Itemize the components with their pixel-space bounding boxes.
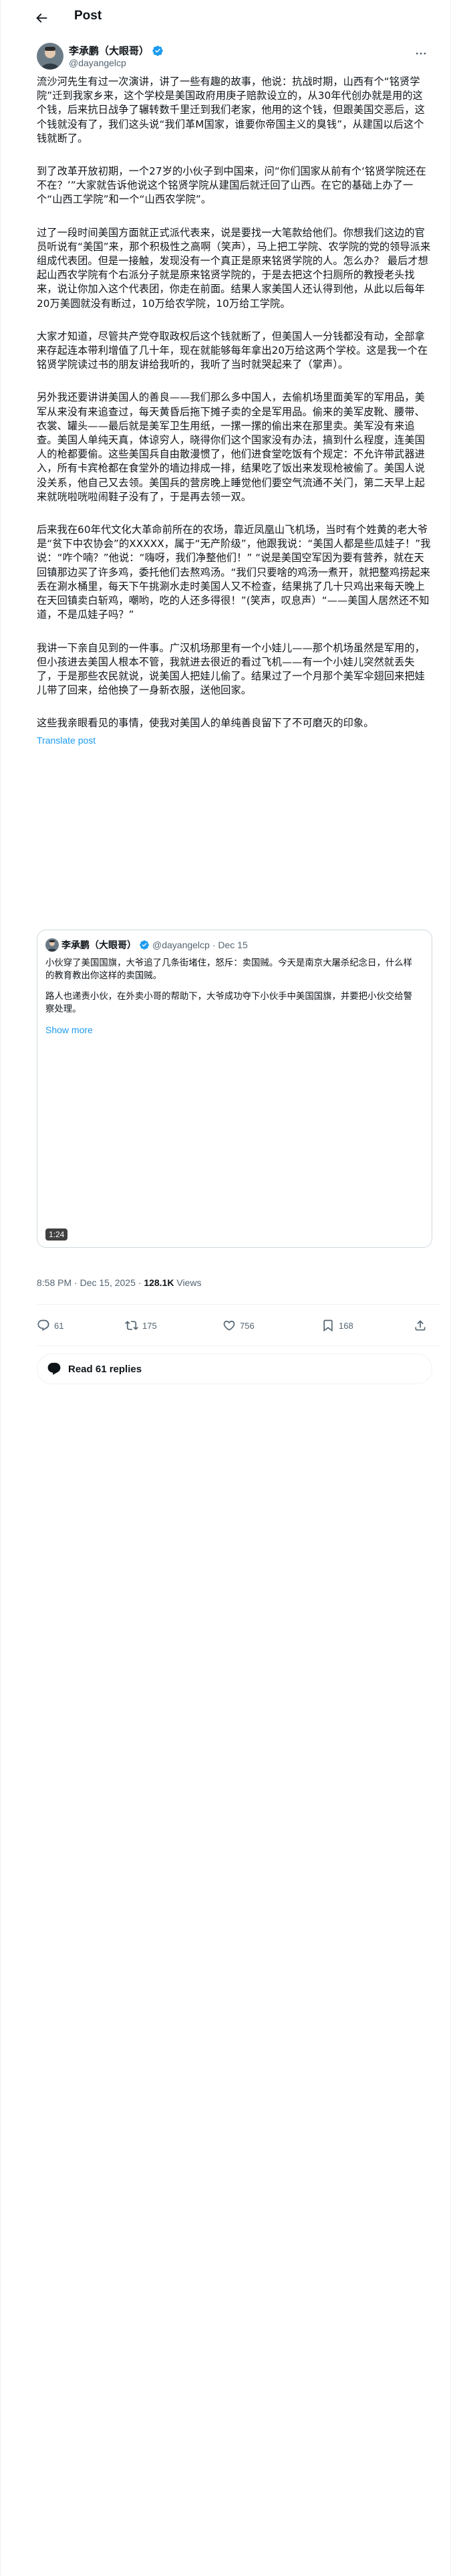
reply-button[interactable]: 61	[37, 1319, 63, 1332]
post-metadata: 8:58 PM · Dec 15, 2025 · 128.1K Views	[37, 1277, 201, 1288]
quoted-author-handle: @dayangelcp	[152, 940, 210, 950]
top-bar: Post	[1, 0, 450, 35]
avatar[interactable]	[37, 43, 63, 70]
author-handle[interactable]: @dayangelcp	[69, 58, 126, 68]
read-replies-button[interactable]: Read 61 replies	[37, 1354, 432, 1384]
post-paragraph: 另外我还要讲讲美国人的善良——我们那么多中国人，去偷机场里面美军的军用品，美军从…	[37, 391, 425, 503]
like-button[interactable]: 756	[222, 1319, 255, 1332]
verified-badge-icon	[152, 45, 163, 56]
read-replies-label: Read 61 replies	[68, 1363, 142, 1375]
post-author: 李承鹏（大眼哥） @dayangelcp	[37, 43, 440, 72]
author-name[interactable]: 李承鹏（大眼哥）	[69, 43, 149, 58]
quoted-avatar	[45, 938, 59, 952]
back-arrow-icon[interactable]	[34, 11, 49, 25]
bookmark-count: 168	[339, 1320, 353, 1331]
quoted-paragraph: 小伙穿了美国国旗，大爷追了几条街堵住，怒斥：卖国贼。今天是南京大屠杀纪念日，什么…	[45, 958, 413, 981]
repost-icon	[125, 1321, 138, 1330]
bookmark-icon	[323, 1319, 333, 1332]
author-name-row: 李承鹏（大眼哥）	[69, 43, 164, 58]
quoted-post-date: · Dec 15	[212, 940, 248, 950]
post-body: 流沙河先生有过一次演讲，讲了一些有趣的故事，他说：抗战时期，山西有个“铭贤学院”…	[37, 75, 431, 746]
post-paragraph: 流沙河先生有过一次演讲，讲了一些有趣的故事，他说：抗战时期，山西有个“铭贤学院”…	[37, 76, 425, 144]
action-bar: 61 175 756 168	[37, 1319, 432, 1337]
repost-count: 175	[142, 1320, 157, 1331]
like-count: 756	[240, 1320, 255, 1331]
show-more-link[interactable]: Show more	[45, 1024, 420, 1037]
reply-icon	[37, 1319, 49, 1331]
repost-button[interactable]: 175	[125, 1319, 157, 1332]
views-label: Views	[174, 1277, 202, 1288]
quoted-video[interactable]: 1:24	[37, 1036, 432, 1247]
share-button[interactable]	[414, 1319, 427, 1332]
post-paragraph: 到了改革开放初期，一个27岁的小伙子到中国来，问“你们国家从前有个‘铭贤学院还在…	[37, 165, 426, 206]
post-paragraph: 大家才知道，尽管共产党夺取政权后这个钱就断了，但美国人一分钱都没有动，全部拿来存…	[37, 330, 428, 371]
post-paragraph: 过了一段时间美国方面就正式派代表来，说是要找一大笔款给他们。你想我们这边的官员听…	[37, 226, 431, 310]
quoted-author-name: 李承鹏（大眼哥）	[61, 940, 136, 950]
views-count: 128.1K	[144, 1277, 174, 1288]
quoted-post-text: 小伙穿了美国国旗，大爷追了几条街堵住，怒斥：卖国贼。今天是南京大屠杀纪念日，什么…	[45, 957, 420, 1037]
divider	[37, 1304, 440, 1305]
quoted-post[interactable]: 李承鹏（大眼哥） @dayangelcp · Dec 15 小伙穿了美国国旗，大…	[37, 930, 432, 1248]
quoted-paragraph: 路人也递责小伙，在外卖小哥的帮助下，大爷成功夺下小伙手中美国国旗，并要把小伙交给…	[45, 992, 413, 1014]
post-paragraph: 这些我亲眼看见的事情，使我对美国人的单纯善良留下了不可磨灭的印象。	[37, 717, 374, 730]
post-paragraph: 我讲一下亲自见到的一件事。广汉机场那里有一个小娃儿——那个机场虽然是军用的，但小…	[37, 641, 425, 697]
quoted-post-header: 李承鹏（大眼哥） @dayangelcp · Dec 15	[45, 938, 248, 952]
translate-post-link[interactable]: Translate post	[37, 735, 431, 746]
post-page: Post 李承鹏（大眼哥） @dayangelcp 流沙河先生有过一次演讲，讲了…	[0, 0, 451, 2576]
heart-icon	[223, 1320, 235, 1331]
post-timestamp[interactable]: 8:58 PM · Dec 15, 2025 ·	[37, 1277, 144, 1288]
reply-count: 61	[54, 1320, 64, 1331]
more-options-icon[interactable]	[414, 47, 428, 60]
video-duration-badge: 1:24	[45, 1228, 68, 1241]
bookmark-button[interactable]: 168	[321, 1319, 353, 1332]
reply-bubble-icon	[47, 1362, 61, 1375]
page-title: Post	[74, 9, 102, 23]
post-paragraph: 后来我在60年代文化大革命前所在的农场，靠近凤凰山飞机场，当时有个姓黄的老大爷是…	[37, 524, 431, 621]
verified-badge-icon	[140, 940, 149, 950]
share-icon	[415, 1320, 426, 1331]
